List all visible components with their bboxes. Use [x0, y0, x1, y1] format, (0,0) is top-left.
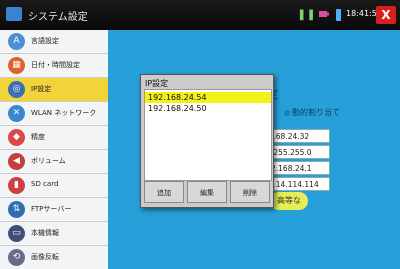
gateway-field[interactable]: 2.168.24.1: [268, 161, 330, 175]
ip-list-item[interactable]: 192.168.24.54: [145, 92, 271, 103]
sidebar-item-label: SD card: [31, 180, 59, 188]
calendar-icon: ▦: [8, 57, 25, 74]
ip-settings-dialog: IP設定 192.168.24.54 192.168.24.50 追加 編集 削除: [140, 74, 274, 208]
sidebar-item-label: ボリューム: [31, 157, 66, 165]
language-icon: A: [8, 33, 25, 50]
sd-card-icon: ▮: [8, 177, 25, 194]
sidebar-item-1[interactable]: ▦ 日付・時間設定: [0, 54, 108, 78]
sidebar-item-4[interactable]: ◆ 精度: [0, 126, 108, 150]
sidebar-item-label: 日付・時間設定: [31, 61, 80, 69]
wlan-tools-icon: ✕: [8, 105, 25, 122]
device-info-icon: ▭: [8, 225, 25, 242]
window-title: システム設定: [28, 12, 88, 23]
add-button[interactable]: 追加: [144, 181, 184, 203]
sidebar-item-3[interactable]: ✕ WLAN ネットワーク: [0, 102, 108, 126]
ip-list-item[interactable]: 192.168.24.50: [145, 103, 271, 114]
battery-icon: [336, 9, 341, 21]
sidebar-item-0[interactable]: A 言語設定: [0, 30, 108, 54]
sidebar-item-8[interactable]: ▭ 本機情報: [0, 222, 108, 246]
sidebar-item-7[interactable]: ⇅ FTPサーバー: [0, 198, 108, 222]
dns-field[interactable]: 114.114.114: [268, 177, 330, 191]
ip-address-list: 192.168.24.54 192.168.24.50: [144, 89, 272, 181]
settings-sidebar: A 言語設定 ▦ 日付・時間設定 ◎ IP設定 ✕ WLAN ネットワーク ◆ 精度 ◀ ボリューム ▮…: [0, 30, 108, 269]
dhcp-label[interactable]: 動的割り当て: [292, 107, 340, 118]
ftp-server-icon: ⇅: [8, 201, 25, 218]
usb-icon: [319, 11, 329, 17]
sidebar-item-label: 精度: [31, 133, 45, 141]
sidebar-item-2[interactable]: ◎ IP設定: [0, 78, 108, 102]
delete-button[interactable]: 削除: [230, 181, 270, 203]
ip-address-field[interactable]: 168.24.32: [268, 129, 330, 143]
volume-icon: ◀: [8, 153, 25, 170]
sidebar-item-label: IP設定: [31, 85, 52, 93]
sidebar-item-6[interactable]: ▮ SD card: [0, 174, 108, 198]
sidebar-item-9[interactable]: ⟲ 画像反転: [0, 246, 108, 269]
dialog-title: IP設定: [145, 79, 169, 88]
sidebar-item-label: WLAN ネットワーク: [31, 109, 97, 117]
sidebar-item-label: 本機情報: [31, 229, 59, 237]
image-flip-icon: ⟲: [8, 249, 25, 266]
sidebar-item-label: 画像反転: [31, 253, 59, 261]
edit-button[interactable]: 編集: [187, 181, 227, 203]
sidebar-item-label: 言語設定: [31, 37, 59, 45]
settings-app-icon: [6, 7, 22, 21]
signal-icon: ▌▐: [300, 11, 313, 21]
sidebar-item-5[interactable]: ◀ ボリューム: [0, 150, 108, 174]
subnet-mask-field[interactable]: .255.255.0: [268, 145, 330, 159]
close-button[interactable]: X: [376, 6, 396, 24]
precision-icon: ◆: [8, 129, 25, 146]
dhcp-radio[interactable]: [284, 110, 290, 116]
sidebar-item-label: FTPサーバー: [31, 205, 72, 213]
network-globe-icon: ◎: [8, 81, 25, 98]
status-bar: システム設定 ▌▐ 18:41:58 X: [0, 0, 400, 30]
screen: システム設定 ▌▐ 18:41:58 X A 言語設定 ▦ 日付・時間設定 ◎ IP設定 ✕…: [0, 0, 400, 269]
advanced-button[interactable]: 高等な: [270, 192, 308, 210]
